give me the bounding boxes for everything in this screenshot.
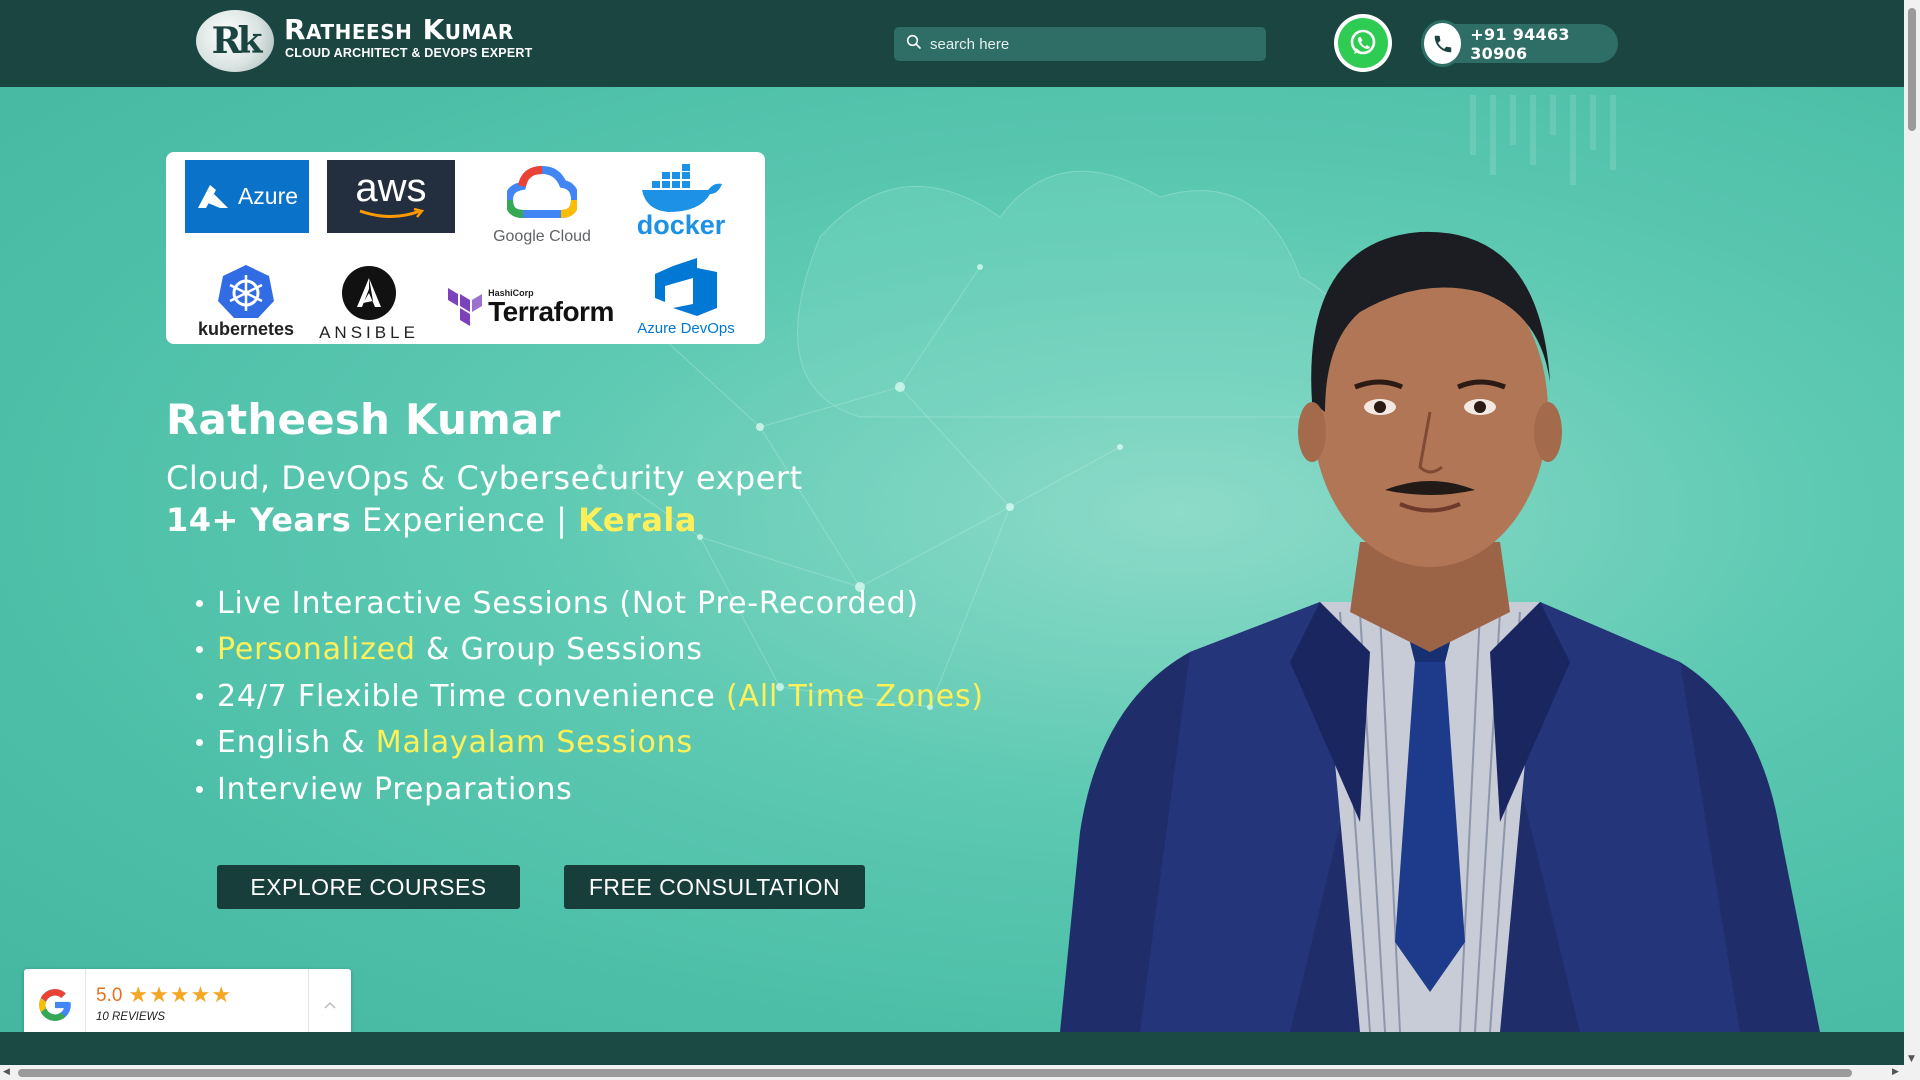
- phone-icon: [1421, 20, 1465, 67]
- bullet-dot: [196, 739, 203, 747]
- scroll-right-arrow-icon[interactable]: ▶: [1892, 1068, 1899, 1077]
- tech-logos-card: Azure aws Google Cloud docker kubernetes…: [166, 152, 765, 344]
- feature-highlight: (All Time Zones): [726, 678, 984, 714]
- brand-name[interactable]: Ratheesh Kumar: [284, 16, 514, 44]
- docker-logo: docker: [626, 156, 736, 246]
- aws-label: aws: [355, 165, 427, 210]
- list-item: Interview Preparations: [196, 766, 984, 813]
- hero-subtitle: Cloud, DevOps & Cybersecurity expert: [166, 459, 803, 497]
- free-consultation-button[interactable]: FREE CONSULTATION: [564, 865, 865, 909]
- terraform-logo: HashiCorp Terraform: [446, 277, 616, 337]
- search-icon: [906, 34, 922, 54]
- kubernetes-label: kubernetes: [197, 318, 295, 339]
- ansible-logo: ANSIBLE: [314, 264, 424, 344]
- call-button[interactable]: +91 94463 30906: [1421, 20, 1618, 67]
- feature-list: Live Interactive Sessions (Not Pre-Recor…: [196, 580, 984, 813]
- scroll-down-arrow-icon[interactable]: ▼: [1908, 1055, 1915, 1064]
- site-header: Rk Ratheesh Kumar CLOUD ARCHITECT & DEVO…: [0, 0, 1904, 87]
- bullet-dot: [196, 785, 203, 793]
- whatsapp-icon: [1338, 18, 1388, 68]
- search-input[interactable]: [930, 35, 1250, 53]
- rating-score: 5.0: [96, 985, 123, 1006]
- azure-devops-label: Azure DevOps: [637, 319, 735, 337]
- bullet-dot: [196, 692, 203, 700]
- vertical-scroll-thumb[interactable]: [1908, 8, 1916, 131]
- rating-stars: ★★★★★: [128, 983, 233, 1008]
- phone-number[interactable]: +91 94463 30906: [1470, 25, 1618, 63]
- bullet-dot: [196, 599, 203, 607]
- feature-highlight: Malayalam Sessions: [375, 725, 693, 761]
- hero-experience: 14+ Years Experience | Kerala: [166, 501, 697, 539]
- google-cloud-label: Google Cloud: [493, 228, 591, 245]
- google-icon: [24, 969, 86, 1040]
- hero-title: Ratheesh Kumar: [166, 395, 561, 444]
- feature-text: English &: [217, 725, 376, 761]
- kubernetes-logo: kubernetes: [191, 261, 301, 341]
- search-bar[interactable]: [894, 27, 1266, 61]
- list-item: Live Interactive Sessions (Not Pre-Recor…: [196, 580, 984, 627]
- brand-monogram: Rk: [211, 20, 263, 62]
- docker-label: docker: [636, 209, 726, 240]
- experience-location: Kerala: [578, 501, 697, 539]
- ansible-label: ANSIBLE: [319, 323, 419, 342]
- feature-highlight: Personalized: [217, 632, 416, 668]
- explore-courses-button[interactable]: EXPLORE COURSES: [217, 865, 520, 909]
- horizontal-scroll-thumb[interactable]: [18, 1069, 1852, 1077]
- feature-text: Live Interactive Sessions (Not Pre-Recor…: [217, 585, 919, 621]
- google-reviews-widget[interactable]: 5.0 ★★★★★ 10 REVIEWS: [24, 969, 351, 1040]
- brand-tagline: CLOUD ARCHITECT & DEVOPS EXPERT: [285, 46, 533, 60]
- azure-devops-logo: Azure DevOps: [626, 252, 746, 340]
- feature-text: Interview Preparations: [217, 771, 573, 807]
- experience-years: 14+ Years: [166, 501, 352, 539]
- chevron-up-icon[interactable]: [308, 969, 351, 1040]
- footer-band: [0, 1032, 1904, 1065]
- hero-section: Azure aws Google Cloud docker kubernetes…: [0, 87, 1904, 1032]
- aws-logo: aws: [327, 160, 455, 233]
- vertical-scrollbar[interactable]: [1904, 0, 1920, 1065]
- azure-label: Azure: [237, 183, 299, 209]
- whatsapp-button[interactable]: [1334, 14, 1392, 72]
- review-summary: 5.0 ★★★★★ 10 REVIEWS: [86, 969, 308, 1040]
- scroll-left-arrow-icon[interactable]: ◀: [3, 1068, 10, 1077]
- experience-label: Experience |: [351, 501, 579, 539]
- bullet-dot: [196, 646, 203, 654]
- review-count: 10 REVIEWS: [96, 1011, 166, 1023]
- feature-text: 24/7 Flexible Time convenience: [217, 678, 727, 714]
- feature-text: & Group Sessions: [415, 632, 703, 668]
- list-item: English & Malayalam Sessions: [196, 720, 984, 767]
- profile-portrait: [1060, 231, 1820, 1032]
- google-cloud-logo: Google Cloud: [479, 156, 605, 256]
- terraform-label: Terraform: [488, 296, 614, 327]
- azure-logo: Azure: [185, 160, 309, 233]
- list-item: Personalized & Group Sessions: [196, 627, 984, 674]
- list-item: 24/7 Flexible Time convenience (All Time…: [196, 673, 984, 720]
- brand-logo-icon[interactable]: Rk: [196, 10, 274, 72]
